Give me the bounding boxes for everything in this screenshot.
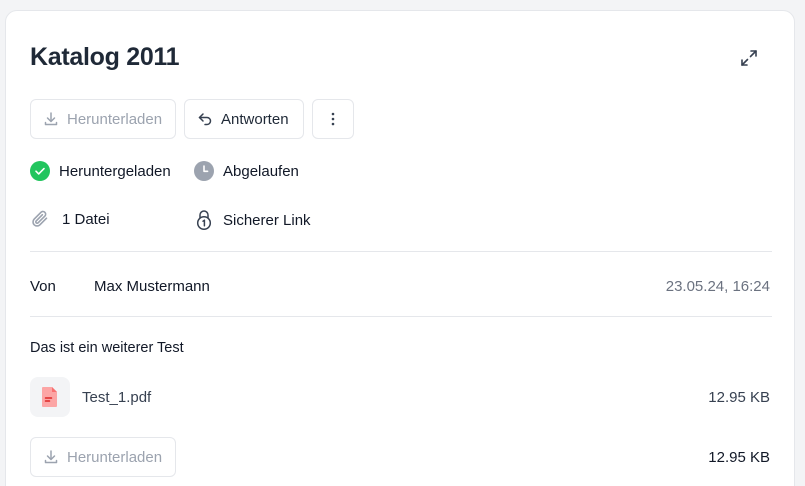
divider	[30, 251, 772, 252]
from-label: Von	[30, 278, 56, 295]
divider	[30, 316, 772, 317]
more-options-button[interactable]	[312, 99, 354, 139]
paperclip-icon	[32, 210, 48, 227]
reply-icon	[198, 113, 212, 126]
status-downloaded: Heruntergeladen	[30, 161, 171, 181]
file-count: 1 Datei	[30, 209, 110, 229]
download-all-label: Herunterladen	[67, 448, 163, 466]
expand-button[interactable]	[738, 47, 760, 69]
attachment-icon-box[interactable]	[30, 377, 70, 417]
file-count-label: 1 Datei	[62, 210, 110, 228]
secure-link-label: Sicherer Link	[223, 211, 311, 229]
status-downloaded-label: Heruntergeladen	[59, 162, 171, 180]
download-label: Herunterladen	[67, 110, 163, 128]
clock-icon	[194, 161, 214, 181]
download-icon	[44, 112, 58, 126]
sender-name: Max Mustermann	[94, 278, 210, 295]
attachment-name[interactable]: Test_1.pdf	[82, 389, 151, 406]
pdf-file-icon	[42, 387, 57, 407]
expand-icon	[741, 50, 757, 66]
message-card: Katalog 2011 Herunterladen Antworten Her…	[5, 10, 795, 486]
secure-link: Sicherer Link	[194, 209, 311, 231]
message-timestamp: 23.05.24, 16:24	[665, 278, 770, 295]
more-vertical-icon	[331, 112, 335, 126]
check-circle-icon	[30, 161, 50, 181]
lock-icon	[196, 210, 212, 231]
reply-button[interactable]: Antworten	[184, 99, 304, 139]
reply-label: Antworten	[221, 110, 289, 128]
status-expired: Abgelaufen	[194, 161, 299, 181]
download-all-button[interactable]: Herunterladen	[30, 437, 176, 477]
download-icon	[44, 450, 58, 464]
message-body: Das ist ein weiterer Test	[30, 340, 184, 356]
page-title: Katalog 2011	[30, 43, 180, 71]
download-button[interactable]: Herunterladen	[30, 99, 176, 139]
total-size: 12.95 KB	[708, 449, 770, 466]
attachment-size: 12.95 KB	[708, 389, 770, 406]
status-expired-label: Abgelaufen	[223, 162, 299, 180]
